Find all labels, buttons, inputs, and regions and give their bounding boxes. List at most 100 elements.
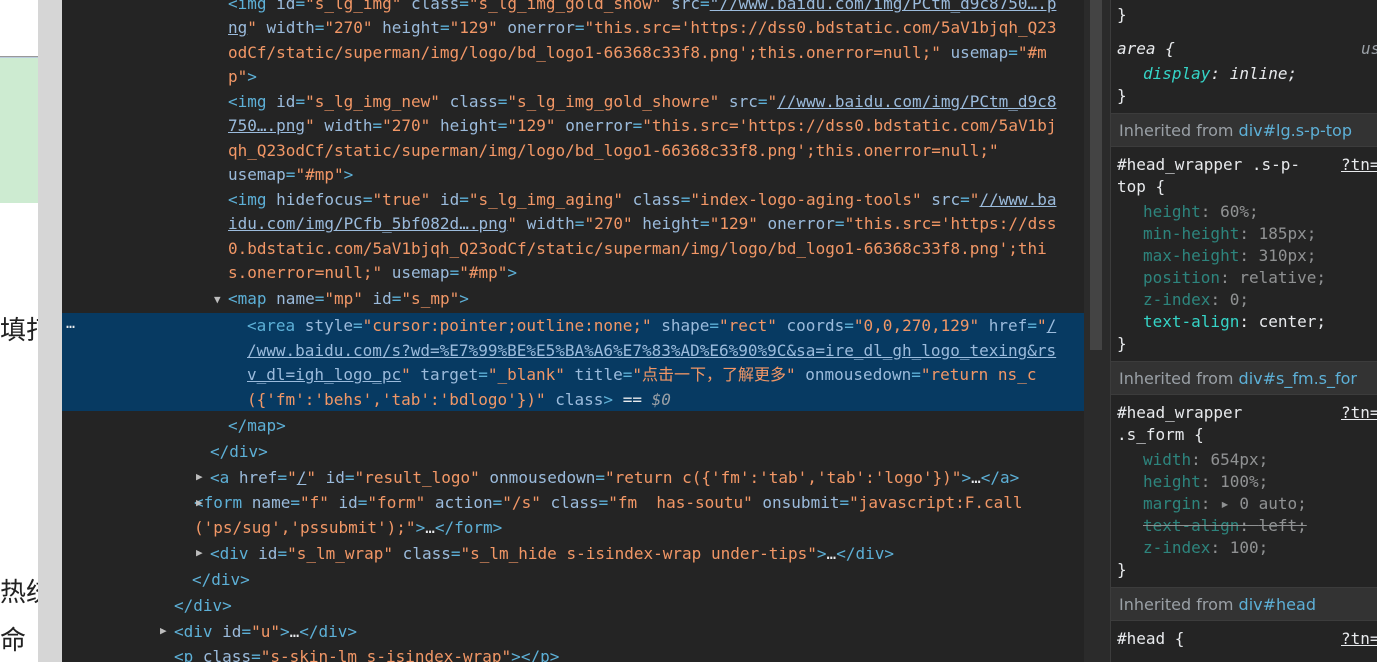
dom-link[interactable]: //www.ba bbox=[979, 190, 1056, 209]
dom-token: "fm has-soutu" bbox=[608, 493, 753, 512]
dom-link[interactable]: / bbox=[1047, 316, 1057, 335]
dom-token: "129" bbox=[449, 18, 498, 37]
dom-line[interactable]: ng" width="270" height="129" onerror="th… bbox=[228, 16, 1056, 41]
dom-line[interactable]: 750….png" width="270" height="129" onerr… bbox=[228, 114, 1056, 139]
rule-selector[interactable]: area { bbox=[1117, 38, 1175, 60]
dom-token: = bbox=[295, 0, 306, 13]
rule-source-link[interactable]: us bbox=[1361, 38, 1377, 60]
collapse-triangle-icon[interactable]: ▼ bbox=[214, 293, 221, 306]
dom-link[interactable]: ng bbox=[228, 18, 247, 37]
css-property[interactable]: max-height: 310px; bbox=[1143, 245, 1316, 267]
dom-line[interactable]: <div id="u">…</div> bbox=[174, 620, 357, 645]
styles-pane[interactable]: } area { us display: inline; } Inherited… bbox=[1110, 0, 1377, 662]
property-value: 60%; bbox=[1220, 202, 1259, 221]
dom-link[interactable]: //www.baidu.com/img/PCtm_d9c8 bbox=[777, 92, 1056, 111]
dom-line[interactable]: odCf/static/superman/img/logo/bd_logo1-6… bbox=[228, 41, 1047, 66]
expand-triangle-icon[interactable]: ▶ bbox=[196, 546, 203, 559]
dom-line[interactable]: p"> bbox=[228, 65, 257, 90]
inherited-element-link[interactable]: div#lg.s-p-top bbox=[1239, 121, 1352, 140]
dom-line[interactable]: idu.com/img/PCfb_5bf082d….png" width="27… bbox=[228, 212, 1056, 237]
selected-dom-line[interactable]: <area style="cursor:pointer;outline:none… bbox=[247, 314, 1056, 339]
dom-token: = bbox=[251, 647, 261, 662]
css-property[interactable]: display: inline; bbox=[1143, 63, 1297, 85]
css-property[interactable]: width: 654px; bbox=[1143, 449, 1268, 471]
rule-source-link[interactable]: ?tn= bbox=[1341, 628, 1377, 650]
dom-token: </div> bbox=[299, 622, 358, 641]
dom-line[interactable]: </div> bbox=[210, 440, 268, 465]
css-property[interactable]: text-align: left; bbox=[1143, 515, 1307, 537]
selected-dom-line[interactable]: ({'fm':'behs','tab':'bdlogo'})" class> =… bbox=[247, 388, 671, 413]
rule-selector-cont: .s_form { bbox=[1117, 425, 1204, 444]
dom-line[interactable]: <map name="mp" id="s_mp"> bbox=[228, 287, 469, 312]
dom-line[interactable]: <a href="/" id="result_logo" onmousedown… bbox=[210, 466, 1019, 491]
css-property[interactable]: height: 100%; bbox=[1143, 471, 1268, 493]
rule-source-link[interactable]: ?tn= bbox=[1341, 154, 1377, 176]
scrollbar-thumb[interactable] bbox=[1090, 0, 1102, 350]
inherited-element-link[interactable]: div#head bbox=[1239, 595, 1316, 614]
expand-triangle-icon[interactable]: ▶ bbox=[196, 470, 203, 483]
css-property[interactable]: z-index: 0; bbox=[1143, 289, 1249, 311]
elements-scrollbar[interactable] bbox=[1084, 0, 1110, 662]
selected-dom-line[interactable]: /www.baidu.com/s?wd=%E7%99%BE%E5%BA%A6%E… bbox=[247, 339, 1056, 364]
css-property[interactable]: height: 60%; bbox=[1143, 201, 1259, 223]
dom-token: "s_lg_img" bbox=[305, 0, 402, 13]
dom-line[interactable]: 0.bdstatic.com/5aV1bjqh_Q23odCf/static/s… bbox=[228, 237, 1047, 262]
dom-link[interactable]: / bbox=[297, 468, 307, 487]
dom-line[interactable]: ('ps/sug','pssubmit');">…</form> bbox=[194, 516, 502, 541]
node-actions-menu-icon[interactable]: … bbox=[66, 314, 75, 332]
dom-token: usemap bbox=[382, 263, 450, 282]
property-name: position bbox=[1143, 268, 1221, 287]
dom-token: " bbox=[1036, 316, 1047, 335]
property-value: 185px; bbox=[1258, 224, 1317, 243]
expand-triangle-icon[interactable]: ▶ bbox=[196, 496, 203, 509]
dom-line[interactable]: <form name="f" id="form" action="/s" cla… bbox=[194, 491, 1023, 516]
dom-line[interactable]: usemap="#mp"> bbox=[228, 163, 353, 188]
rule-selector[interactable]: #head_wrapper bbox=[1117, 402, 1242, 424]
devtools-splitter[interactable] bbox=[38, 0, 62, 662]
css-property[interactable]: z-index: 100; bbox=[1143, 537, 1268, 559]
property-value: 654px; bbox=[1210, 450, 1269, 469]
dom-link[interactable]: "//www.baidu.com/img/PCtm_d9c8750….p bbox=[710, 0, 1057, 13]
page-viewport-strip: 填打 热统 命 bbox=[0, 0, 52, 662]
dom-line[interactable]: <img hidefocus="true" id="s_lg_img_aging… bbox=[228, 188, 1056, 213]
rule-source-link[interactable]: ?tn= bbox=[1341, 402, 1377, 424]
dom-link[interactable]: v_dl=igh_logo_pc bbox=[247, 365, 401, 384]
dom-token: > bbox=[603, 390, 614, 409]
dom-link[interactable]: 750….png bbox=[228, 116, 305, 135]
rule-selector[interactable]: #head_wrapper .s-p- bbox=[1117, 154, 1300, 176]
css-property[interactable]: margin: ▸ 0 auto; bbox=[1143, 493, 1307, 515]
inherited-element-link[interactable]: div#s_fm.s_for bbox=[1239, 369, 1357, 388]
css-property[interactable]: text-align: center; bbox=[1143, 311, 1326, 333]
dom-token: "s-skin-lm s-isindex-wrap" bbox=[260, 647, 512, 662]
dom-line[interactable]: <div id="s_lm_wrap" class="s_lm_hide s-i… bbox=[210, 542, 894, 567]
dom-line[interactable]: qh_Q23odCf/static/superman/img/logo/bd_l… bbox=[228, 139, 999, 164]
dom-token: onerror bbox=[555, 116, 633, 135]
property-value: 0; bbox=[1229, 290, 1249, 309]
property-name: margin bbox=[1143, 494, 1201, 513]
dom-token: = bbox=[290, 493, 300, 512]
css-property[interactable]: position: relative; bbox=[1143, 267, 1326, 289]
dom-line[interactable]: <img id="s_lg_img" class="s_lg_img_gold_… bbox=[228, 0, 1056, 17]
dom-token: title bbox=[564, 365, 623, 384]
dom-token: = bbox=[1008, 43, 1018, 62]
dom-token: width bbox=[517, 214, 575, 233]
dom-line[interactable]: s.onerror=null;" usemap="#mp"> bbox=[228, 261, 517, 286]
dom-token: > bbox=[247, 67, 257, 86]
dom-line[interactable]: </div> bbox=[192, 568, 250, 593]
css-property[interactable]: min-height: 185px; bbox=[1143, 223, 1316, 245]
dom-link[interactable]: /www.baidu.com/s?wd=%E7%99%BE%E5%BA%A6%E… bbox=[247, 341, 1056, 360]
dom-link[interactable]: idu.com/img/PCfb_5bf082d….png bbox=[228, 214, 507, 233]
selected-dom-line[interactable]: v_dl=igh_logo_pc" target="_blank" title=… bbox=[247, 363, 1036, 388]
dom-line[interactable]: </map> bbox=[228, 414, 286, 439]
dom-token: </map> bbox=[228, 416, 286, 435]
dom-token: " bbox=[969, 190, 980, 209]
rule-selector[interactable]: #head { bbox=[1117, 628, 1184, 650]
dom-line[interactable]: <p class="s-skin-lm s-isindex-wrap"></p> bbox=[174, 645, 559, 662]
dom-line[interactable]: <img id="s_lg_img_new" class="s_lg_img_g… bbox=[228, 90, 1056, 115]
expand-triangle-icon[interactable]: ▶ bbox=[160, 624, 167, 637]
elements-panel[interactable]: … <img id="s_lg_img" class="s_lg_img_gol… bbox=[62, 0, 1084, 662]
dom-token: … bbox=[289, 622, 300, 641]
dom-token: action bbox=[425, 493, 493, 512]
dom-line[interactable]: </div> bbox=[174, 594, 232, 619]
property-name: display bbox=[1143, 64, 1211, 83]
